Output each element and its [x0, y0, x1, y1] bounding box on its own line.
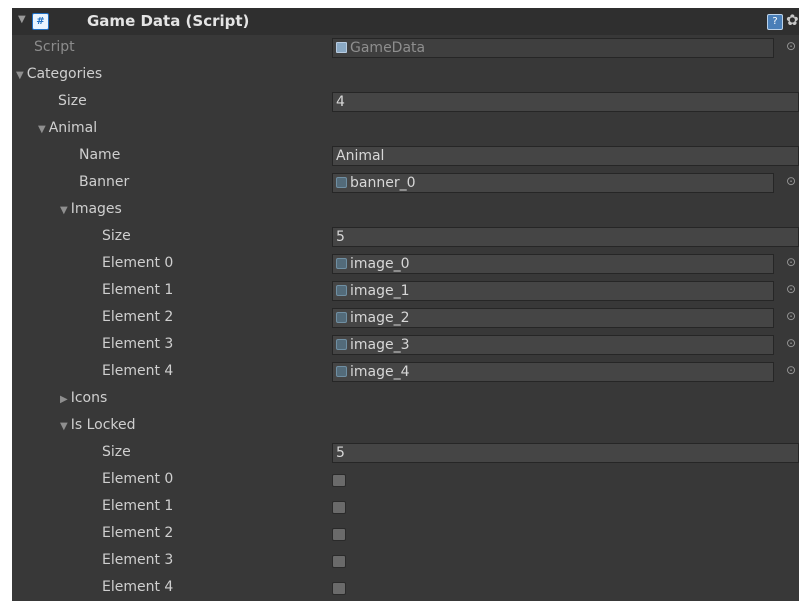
animal-name-field[interactable]: Animal [332, 146, 799, 166]
fold-arrow-icon[interactable]: ▼ [60, 205, 68, 216]
fold-arrow-icon[interactable]: ▼ [60, 421, 68, 432]
element-label: Element 4 [102, 579, 174, 595]
size-label: Size [102, 228, 131, 244]
help-icon[interactable]: ? [767, 14, 783, 30]
is-locked-checkbox[interactable] [332, 474, 346, 487]
is-locked-element-row: Element 1 [12, 494, 799, 521]
categories-size-row: Size 4 [12, 89, 799, 116]
banner-field[interactable]: banner_0 [332, 173, 774, 193]
is-locked-element-row: Element 4 [12, 575, 799, 601]
images-element-row: Element 2 image_2 ⊙ [12, 305, 799, 332]
sprite-icon [336, 258, 347, 269]
banner-label: Banner [79, 174, 130, 190]
object-picker-icon[interactable]: ⊙ [786, 363, 796, 377]
sprite-icon [336, 366, 347, 377]
element-label: Element 4 [102, 363, 174, 379]
categories-label[interactable]: ▼ Categories [16, 66, 102, 82]
images-element-row: Element 4 image_4 ⊙ [12, 359, 799, 386]
fold-arrow-icon[interactable]: ▼ [38, 124, 46, 135]
sprite-icon [336, 285, 347, 296]
animal-banner-row: Banner banner_0 ⊙ [12, 170, 799, 197]
is-locked-size-field[interactable]: 5 [332, 443, 799, 463]
element-label: Element 0 [102, 255, 174, 271]
component-header[interactable]: ▼ # Game Data (Script) ? ✿ [12, 8, 799, 35]
images-element-row: Element 3 image_3 ⊙ [12, 332, 799, 359]
element-label: Element 1 [102, 498, 174, 514]
images-element-row: Element 1 image_1 ⊙ [12, 278, 799, 305]
gear-icon[interactable]: ✿ [786, 11, 799, 29]
image-element-field[interactable]: image_4 [332, 362, 774, 382]
object-picker-icon[interactable]: ⊙ [786, 174, 796, 188]
object-picker-icon[interactable]: ⊙ [786, 282, 796, 296]
size-label: Size [102, 444, 131, 460]
fold-arrow-icon[interactable]: ▼ [16, 70, 24, 81]
fold-arrow-closed-icon[interactable]: ▶ [60, 394, 68, 405]
animal-name-row: Name Animal [12, 143, 799, 170]
name-label: Name [79, 147, 121, 163]
size-label: Size [58, 93, 87, 109]
animal-label[interactable]: ▼ Animal [38, 120, 97, 136]
categories-size-field[interactable]: 4 [332, 92, 799, 112]
animal-row[interactable]: ▼ Animal [12, 116, 799, 143]
is-locked-checkbox[interactable] [332, 582, 346, 595]
is-locked-checkbox[interactable] [332, 555, 346, 568]
object-picker-icon[interactable]: ⊙ [786, 255, 796, 269]
categories-row[interactable]: ▼ Categories [12, 62, 799, 89]
image-element-field[interactable]: image_2 [332, 308, 774, 328]
sprite-icon [336, 312, 347, 323]
inspector-panel: ▼ # Game Data (Script) ? ✿ Script GameDa… [12, 8, 799, 601]
is-locked-checkbox[interactable] [332, 501, 346, 514]
script-row: Script GameData ⊙ [12, 35, 799, 62]
image-element-field[interactable]: image_3 [332, 335, 774, 355]
images-size-row: Size 5 [12, 224, 799, 251]
element-label: Element 0 [102, 471, 174, 487]
images-label[interactable]: ▼ Images [60, 201, 122, 217]
script-file-icon [336, 42, 347, 53]
sprite-icon [336, 339, 347, 350]
images-size-field[interactable]: 5 [332, 227, 799, 247]
script-label: Script [34, 39, 75, 55]
script-field: GameData [332, 38, 774, 58]
element-label: Element 2 [102, 309, 174, 325]
images-element-row: Element 0 image_0 ⊙ [12, 251, 799, 278]
is-locked-element-row: Element 0 [12, 467, 799, 494]
sprite-icon [336, 177, 347, 188]
element-label: Element 1 [102, 282, 174, 298]
is-locked-checkbox[interactable] [332, 528, 346, 541]
icons-label[interactable]: ▶ Icons [60, 390, 107, 406]
is-locked-element-row: Element 2 [12, 521, 799, 548]
element-label: Element 3 [102, 552, 174, 568]
image-element-field[interactable]: image_1 [332, 281, 774, 301]
element-label: Element 3 [102, 336, 174, 352]
image-element-field[interactable]: image_0 [332, 254, 774, 274]
object-picker-icon: ⊙ [786, 39, 797, 53]
is-locked-size-row: Size 5 [12, 440, 799, 467]
is-locked-element-row: Element 3 [12, 548, 799, 575]
fold-arrow-icon[interactable]: ▼ [18, 14, 26, 25]
is-locked-label[interactable]: ▼ Is Locked [60, 417, 136, 433]
images-row[interactable]: ▼ Images [12, 197, 799, 224]
icons-row[interactable]: ▶ Icons [12, 386, 799, 413]
component-title: Game Data (Script) [87, 12, 250, 30]
object-picker-icon[interactable]: ⊙ [786, 309, 796, 323]
script-icon: # [32, 13, 49, 30]
element-label: Element 2 [102, 525, 174, 541]
is-locked-row[interactable]: ▼ Is Locked [12, 413, 799, 440]
object-picker-icon[interactable]: ⊙ [786, 336, 796, 350]
